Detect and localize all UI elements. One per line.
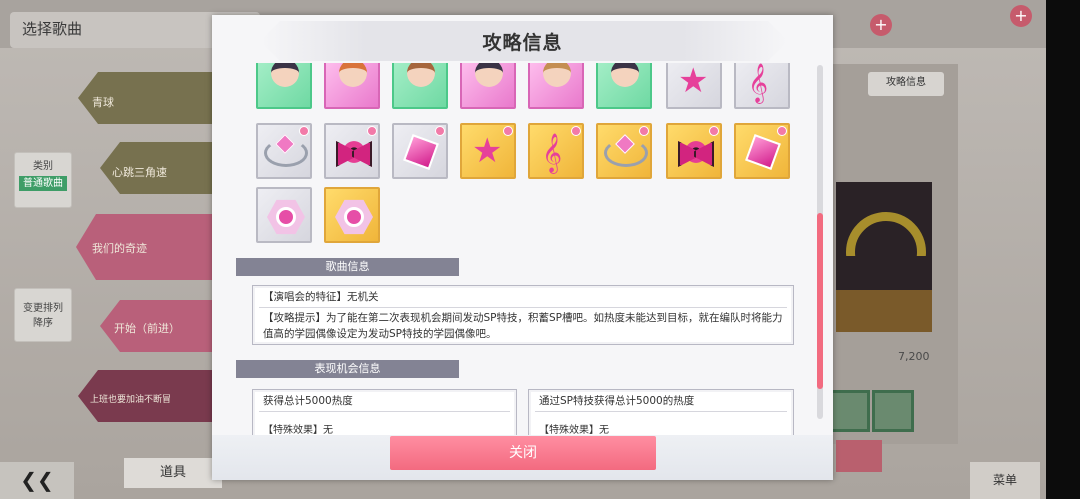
add-icon[interactable]: + xyxy=(870,14,892,36)
scrollbar-thumb[interactable] xyxy=(817,213,823,389)
accessory-item: ★ xyxy=(666,63,722,109)
accessory-item xyxy=(324,123,380,179)
strategy-tip-line: 值高的学园偶像设定为发动SP特技的学园偶像吧。 xyxy=(263,328,497,340)
rarity-badge xyxy=(299,126,309,136)
gem-icon xyxy=(745,134,781,170)
chance-effect: 【特殊效果】无 xyxy=(539,425,609,435)
screen-title: 选择歌曲 xyxy=(22,20,83,38)
skill-hex-item xyxy=(256,187,312,243)
divider xyxy=(535,411,787,412)
chance-info-header: 表现机会信息 xyxy=(236,360,459,378)
add-icon[interactable]: + xyxy=(1010,5,1032,27)
chance-effect: 【特殊效果】无 xyxy=(263,425,333,435)
song-item-label: 青球 xyxy=(92,96,114,109)
star-brooch-icon: ★ xyxy=(472,131,503,171)
accessory-item: 𝄞 xyxy=(734,63,790,109)
idol-portrait xyxy=(611,63,639,87)
strategy-tip-line: 【攻略提示】为了能在第二次表现机会期间发动SP特技，积蓄SP槽吧。如热度未能达到… xyxy=(263,312,783,324)
back-button[interactable]: ❮❮ xyxy=(0,462,74,499)
accessory-item xyxy=(666,123,722,179)
idol-card-item xyxy=(596,63,652,109)
accessory-item xyxy=(734,123,790,179)
change-order-button[interactable]: 变更排列 降序 xyxy=(14,288,72,342)
stage-floor xyxy=(836,290,932,332)
song-item-label: 上班也要加油不断冒 xyxy=(90,395,172,405)
dialog-footer: 关闭 xyxy=(212,435,833,480)
strategy-info-tag[interactable]: 攻略信息 xyxy=(868,72,944,96)
rarity-badge xyxy=(367,126,377,136)
idol-card-item xyxy=(460,63,516,109)
member-card[interactable] xyxy=(872,390,914,432)
chance-box-left: 获得总计5000热度 【特殊效果】无 xyxy=(252,389,517,435)
treble-clef-icon: 𝄞 xyxy=(748,63,769,103)
accessory-item: ★ xyxy=(460,123,516,179)
dialog-title: 攻略信息 xyxy=(482,32,563,54)
song-item-label: 我们的奇迹 xyxy=(92,242,147,255)
ribbon-icon xyxy=(336,139,372,165)
score-value: 7,200 xyxy=(898,350,930,363)
idol-card-item xyxy=(528,63,584,109)
change-order-label: 变更排列 xyxy=(23,303,63,314)
accessory-item: 𝄞 xyxy=(528,123,584,179)
song-feature-text: 【演唱会的特征】无机关 xyxy=(263,291,379,303)
member-card[interactable] xyxy=(828,390,870,432)
chance-title: 获得总计5000热度 xyxy=(263,395,353,407)
ribbon-icon xyxy=(678,139,714,165)
screen-edge xyxy=(1046,0,1080,499)
idol-card-item xyxy=(392,63,448,109)
idol-portrait xyxy=(407,63,435,87)
idol-portrait xyxy=(271,63,299,87)
song-info-box: 【演唱会的特征】无机关 【攻略提示】为了能在第二次表现机会期间发动SP特技，积蓄… xyxy=(252,285,794,345)
rarity-badge xyxy=(709,126,719,136)
chance-box-right: 通过SP特技获得总计5000的热度 【特殊效果】无 xyxy=(528,389,794,435)
flower-icon xyxy=(344,207,364,227)
skill-hex-item xyxy=(324,187,380,243)
song-item-label: 开始（前进） xyxy=(114,322,180,335)
song-item-label: 心跳三角速 xyxy=(112,166,167,179)
start-button[interactable] xyxy=(836,440,882,472)
sort-category-label: 类别 xyxy=(33,161,53,172)
song-info-header: 歌曲信息 xyxy=(236,258,459,276)
divider xyxy=(259,307,787,308)
flower-icon xyxy=(276,207,296,227)
idol-card-item xyxy=(324,63,380,109)
tool-button[interactable]: 道具 xyxy=(124,458,222,488)
close-button[interactable]: 关闭 xyxy=(390,436,656,470)
change-order-sub: 降序 xyxy=(33,318,53,329)
accessory-item xyxy=(392,123,448,179)
idol-card-item xyxy=(256,63,312,109)
menu-button[interactable]: 菜单 xyxy=(970,462,1040,499)
idol-portrait xyxy=(543,63,571,87)
sort-category-value: 普通歌曲 xyxy=(19,176,67,191)
treble-clef-icon: 𝄞 xyxy=(542,133,563,173)
accessory-item xyxy=(256,123,312,179)
rarity-badge xyxy=(571,126,581,136)
idol-portrait xyxy=(475,63,503,87)
chance-title: 通过SP特技获得总计5000的热度 xyxy=(539,395,695,407)
divider xyxy=(259,411,510,412)
star-brooch-icon: ★ xyxy=(678,63,709,101)
strategy-info-dialog: 攻略信息 ★ 𝄞 ★ 𝄞 歌曲信息 【演唱会的特征】无机关 【攻略提示】为了能在… xyxy=(212,15,833,480)
gem-icon xyxy=(403,134,439,170)
dialog-body[interactable]: ★ 𝄞 ★ 𝄞 歌曲信息 【演唱会的特征】无机关 【攻略提示】为了能在第二次表现… xyxy=(212,63,833,435)
idol-portrait xyxy=(339,63,367,87)
rarity-badge xyxy=(503,126,513,136)
accessory-item xyxy=(596,123,652,179)
rarity-badge xyxy=(435,126,445,136)
rarity-badge xyxy=(639,126,649,136)
sort-category-button[interactable]: 类别 普通歌曲 xyxy=(14,152,72,208)
rarity-badge xyxy=(777,126,787,136)
